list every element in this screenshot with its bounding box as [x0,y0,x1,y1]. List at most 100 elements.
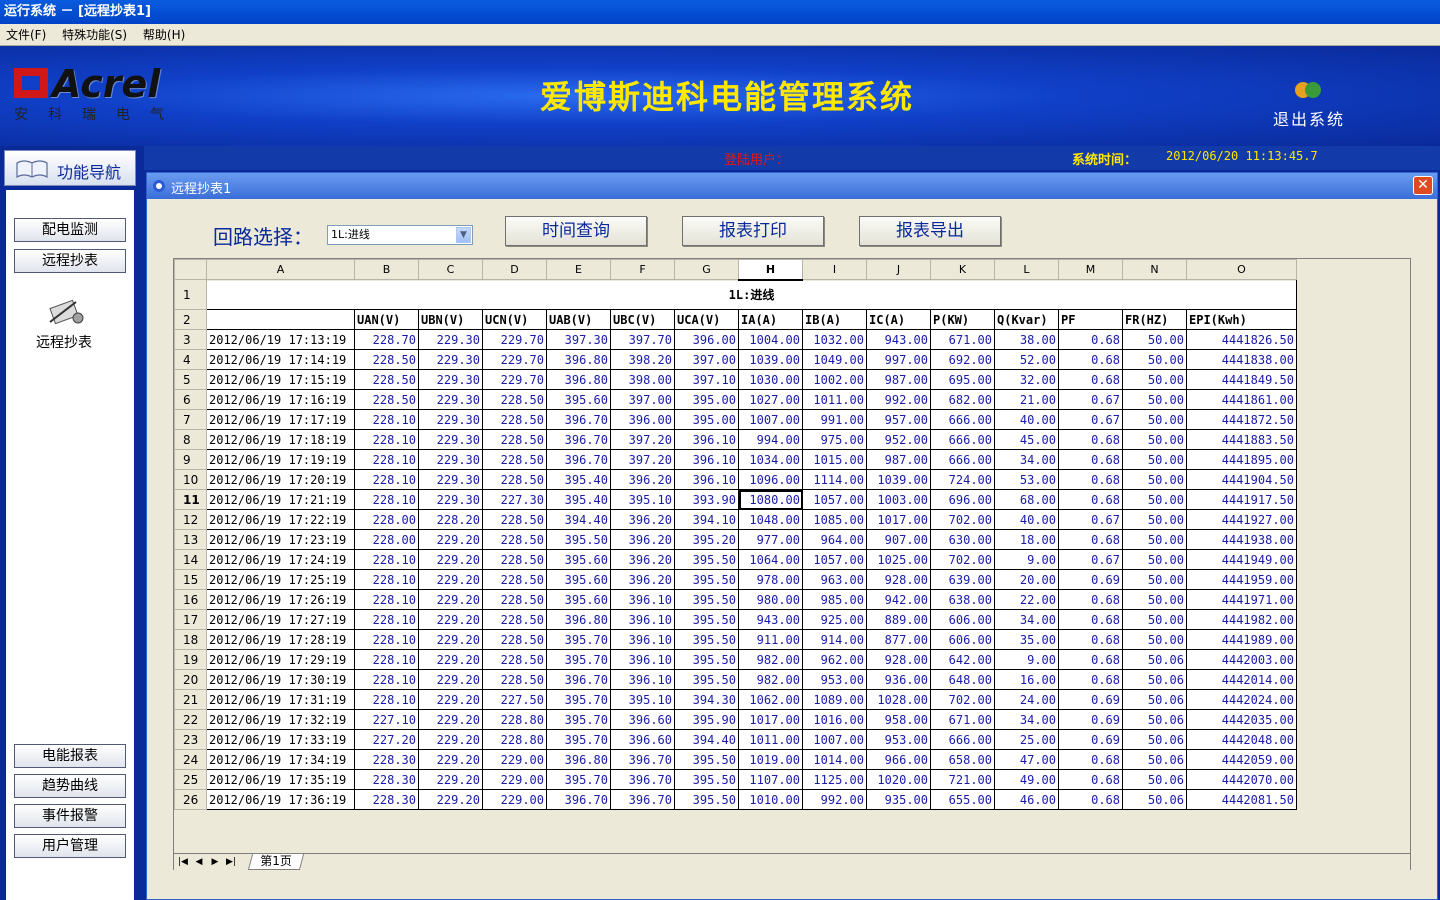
value-cell[interactable]: 35.00 [994,629,1059,650]
row-header[interactable]: 1 [174,279,207,310]
column-header-m[interactable]: M [1058,259,1123,280]
value-cell[interactable]: 889.00 [866,609,931,630]
value-cell[interactable]: 1003.00 [866,489,931,510]
row-header[interactable]: 26 [174,789,207,810]
value-cell[interactable]: 228.10 [354,469,419,490]
value-cell[interactable]: 50.00 [1122,469,1187,490]
value-cell[interactable]: 396.20 [610,549,675,570]
column-label-cell[interactable]: PF [1058,309,1123,330]
value-cell[interactable]: 396.70 [546,669,611,690]
value-cell[interactable]: 40.00 [994,409,1059,430]
value-cell[interactable]: 228.50 [482,429,547,450]
value-cell[interactable]: 0.67 [1058,509,1123,530]
value-cell[interactable]: 0.69 [1058,729,1123,750]
value-cell[interactable]: 1019.00 [738,749,803,770]
value-cell[interactable]: 957.00 [866,409,931,430]
timestamp-cell[interactable]: 2012/06/19 17:30:19 [206,669,355,690]
timestamp-cell[interactable]: 2012/06/19 17:20:19 [206,469,355,490]
value-cell[interactable]: 18.00 [994,529,1059,550]
value-cell[interactable]: 34.00 [994,709,1059,730]
timestamp-cell[interactable]: 2012/06/19 17:18:19 [206,429,355,450]
value-cell[interactable]: 1030.00 [738,369,803,390]
value-cell[interactable]: 953.00 [866,729,931,750]
value-cell[interactable]: 228.30 [354,769,419,790]
timestamp-cell[interactable]: 2012/06/19 17:22:19 [206,509,355,530]
value-cell[interactable]: 393.90 [674,489,739,510]
value-cell[interactable]: 977.00 [738,529,803,550]
next-sheet-icon[interactable]: ▶ [208,856,222,868]
value-cell[interactable]: 228.70 [354,329,419,350]
timestamp-cell[interactable]: 2012/06/19 17:33:19 [206,729,355,750]
report-spreadsheet[interactable]: A B C D E F G H I J K L M N O 1 1L:进线 2 UAN(V) UBN(V) UCN(V)… [173,258,1411,870]
column-header-g[interactable]: G [674,259,739,280]
value-cell[interactable]: 907.00 [866,529,931,550]
value-cell[interactable]: 38.00 [994,329,1059,350]
value-cell[interactable]: 396.70 [610,789,675,810]
value-cell[interactable]: 50.06 [1122,709,1187,730]
value-cell[interactable]: 396.70 [546,789,611,810]
value-cell[interactable]: 395.10 [610,689,675,710]
row-header[interactable]: 6 [174,389,207,410]
value-cell[interactable]: 47.00 [994,749,1059,770]
timestamp-cell[interactable]: 2012/06/19 17:15:19 [206,369,355,390]
value-cell[interactable]: 397.70 [610,329,675,350]
value-cell[interactable]: 0.67 [1058,409,1123,430]
row-header[interactable]: 23 [174,729,207,750]
value-cell[interactable]: 0.69 [1058,709,1123,730]
value-cell[interactable]: 978.00 [738,569,803,590]
column-header-l[interactable]: L [994,259,1059,280]
value-cell[interactable]: 0.68 [1058,769,1123,790]
nav-button-remote-meter[interactable]: 远程抄表 [14,249,126,273]
value-cell[interactable]: 395.50 [674,749,739,770]
value-cell[interactable]: 4441938.00 [1186,529,1297,550]
timestamp-cell[interactable]: 2012/06/19 17:17:19 [206,409,355,430]
column-header-e[interactable]: E [546,259,611,280]
value-cell[interactable]: 229.30 [418,429,483,450]
row-header[interactable]: 5 [174,369,207,390]
value-cell[interactable]: 702.00 [930,549,995,570]
report-print-button[interactable]: 报表打印 [682,216,824,246]
value-cell[interactable]: 395.20 [674,529,739,550]
value-cell[interactable]: 228.80 [482,709,547,730]
value-cell[interactable]: 396.10 [674,469,739,490]
value-cell[interactable]: 396.80 [546,349,611,370]
value-cell[interactable]: 1004.00 [738,329,803,350]
value-cell[interactable]: 229.70 [482,329,547,350]
value-cell[interactable]: 50.06 [1122,789,1187,810]
value-cell[interactable]: 398.00 [610,369,675,390]
value-cell[interactable]: 396.10 [610,649,675,670]
value-cell[interactable]: 1062.00 [738,689,803,710]
value-cell[interactable]: 228.10 [354,629,419,650]
value-cell[interactable]: 397.00 [610,389,675,410]
value-cell[interactable]: 396.70 [546,449,611,470]
nav-button-event-alarm[interactable]: 事件报警 [14,804,126,828]
value-cell[interactable]: 394.10 [674,509,739,530]
timestamp-cell[interactable]: 2012/06/19 17:36:19 [206,789,355,810]
value-cell[interactable]: 4441883.50 [1186,429,1297,450]
column-label-cell[interactable]: EPI(Kwh) [1186,309,1297,330]
value-cell[interactable]: 682.00 [930,389,995,410]
column-label-cell[interactable]: FR(HZ) [1122,309,1187,330]
value-cell[interactable]: 397.10 [674,369,739,390]
value-cell[interactable]: 0.68 [1058,789,1123,810]
value-cell[interactable]: 1049.00 [802,349,867,370]
value-cell[interactable]: 4441904.50 [1186,469,1297,490]
row-header[interactable]: 24 [174,749,207,770]
value-cell[interactable]: 0.68 [1058,589,1123,610]
value-cell[interactable]: 229.30 [418,329,483,350]
value-cell[interactable]: 394.30 [674,689,739,710]
value-cell[interactable]: 21.00 [994,389,1059,410]
value-cell[interactable]: 702.00 [930,509,995,530]
value-cell[interactable]: 692.00 [930,349,995,370]
value-cell[interactable]: 396.70 [546,409,611,430]
value-cell[interactable]: 4441849.50 [1186,369,1297,390]
menu-file[interactable]: 文件(F) [0,24,52,46]
value-cell[interactable]: 229.20 [418,749,483,770]
value-cell[interactable]: 34.00 [994,609,1059,630]
value-cell[interactable]: 953.00 [802,669,867,690]
value-cell[interactable]: 1032.00 [802,329,867,350]
column-label-cell[interactable]: UBC(V) [610,309,675,330]
row-header[interactable]: 10 [174,469,207,490]
value-cell[interactable]: 50.00 [1122,529,1187,550]
value-cell[interactable]: 985.00 [802,589,867,610]
